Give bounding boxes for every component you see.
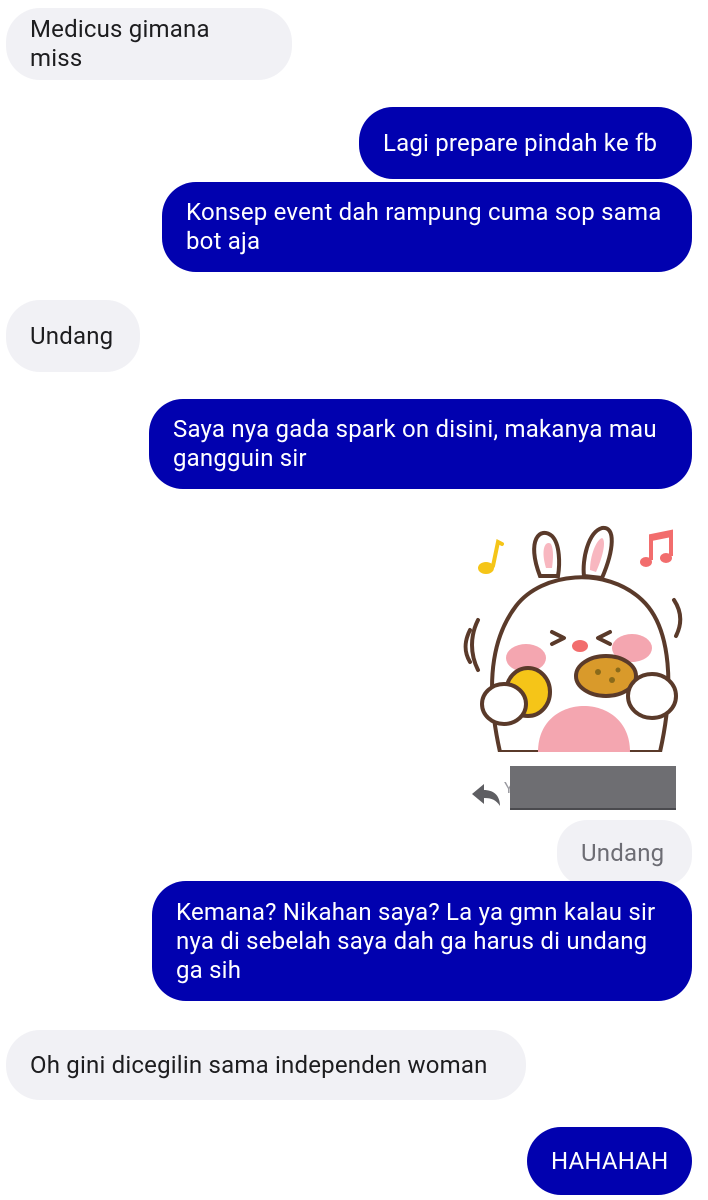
reply-arrow-icon	[472, 784, 500, 806]
message-outgoing[interactable]: HAHAHAH	[527, 1127, 692, 1195]
message-text: Undang	[30, 321, 114, 350]
sticker-image	[463, 525, 683, 754]
chat-screen: Medicus gimana miss Lagi prepare pindah …	[0, 0, 708, 1200]
reply-indicator: Y	[470, 766, 680, 810]
message-outgoing[interactable]: Kemana? Nikahan saya? La ya gmn kalau si…	[152, 881, 692, 1001]
bunny-eating-sticker[interactable]	[456, 520, 690, 754]
message-outgoing[interactable]: Saya nya gada spark on disini, makanya m…	[149, 399, 692, 489]
message-incoming[interactable]: Undang	[6, 300, 140, 372]
message-incoming[interactable]: Medicus gimana miss	[6, 8, 292, 80]
redacted-name	[510, 766, 676, 810]
quoted-message[interactable]: Undang	[557, 820, 692, 886]
message-text: Konsep event dah rampung cuma sop sama b…	[186, 198, 662, 255]
message-text: Lagi prepare pindah ke fb	[383, 128, 658, 157]
message-outgoing[interactable]: Lagi prepare pindah ke fb	[359, 107, 692, 179]
message-text: HAHAHAH	[551, 1146, 669, 1175]
music-note-icon	[640, 529, 673, 567]
message-text: Oh gini dicegilin sama independen woman	[30, 1050, 488, 1079]
music-note-icon	[478, 539, 504, 574]
message-text: Kemana? Nikahan saya? La ya gmn kalau si…	[176, 897, 656, 984]
message-outgoing[interactable]: Konsep event dah rampung cuma sop sama b…	[162, 182, 692, 272]
message-text: Saya nya gada spark on disini, makanya m…	[173, 415, 657, 472]
message-incoming[interactable]: Oh gini dicegilin sama independen woman	[6, 1030, 526, 1100]
quoted-message-text: Undang	[581, 838, 665, 867]
message-text: Medicus gimana miss	[30, 15, 216, 72]
